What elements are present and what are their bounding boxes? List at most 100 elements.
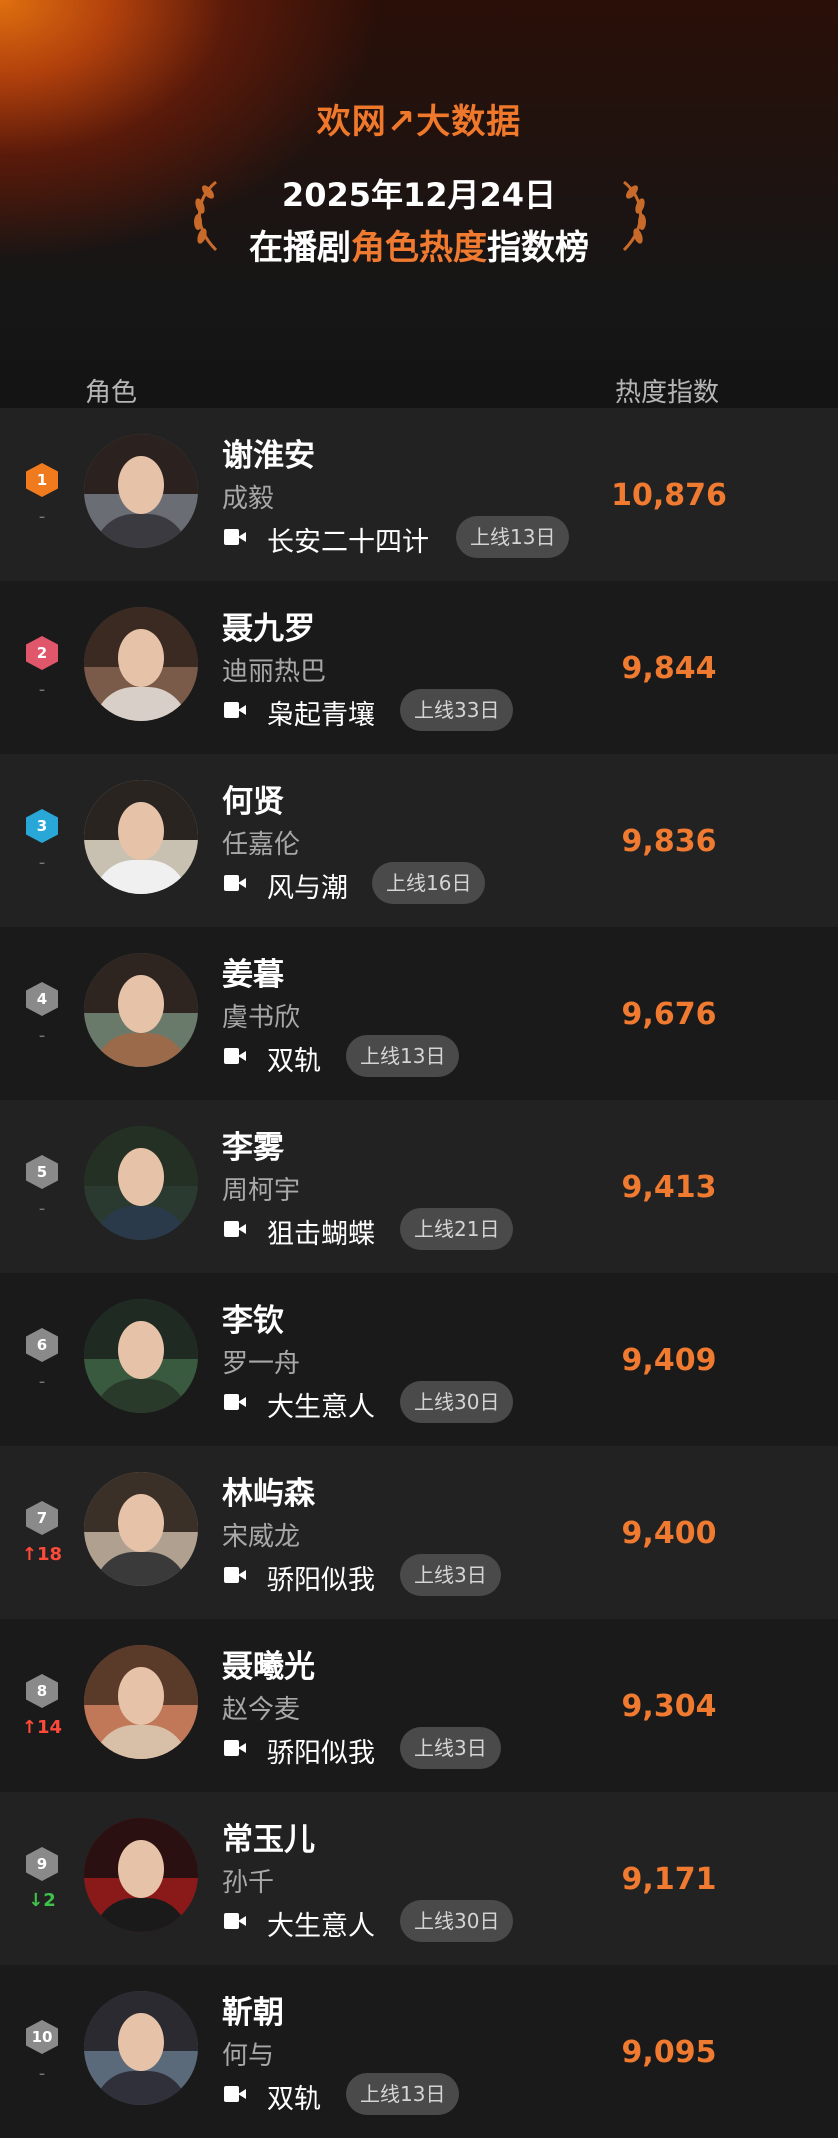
role-name: 林屿森 [222,1476,315,1512]
actor-name: 任嘉伦 [222,830,301,860]
video-camera-icon [224,1740,246,1756]
online-days-badge: 上线13日 [346,2073,460,2115]
video-camera-icon [224,2086,246,2102]
actor-name: 何与 [222,2041,275,2071]
rank-change: - [38,2063,46,2084]
heat-score: 9,844 [621,651,717,686]
rank-change: - [38,1198,46,1219]
rank-badge: 9 [26,1847,58,1881]
rank-badge: 7 [26,1501,58,1535]
heat-score: 9,676 [621,997,717,1032]
avatar [84,1645,198,1759]
online-days-badge: 上线33日 [400,689,514,731]
role-name: 李钦 [222,1303,284,1339]
ranking-row[interactable]: 6 - 李钦 罗一舟 大生意人 上线30日 9,409 [0,1273,838,1446]
actor-name: 成毅 [222,484,275,514]
actor-name: 虞书欣 [222,1003,301,1033]
avatar [84,1299,198,1413]
online-days-badge: 上线3日 [400,1554,501,1596]
ranking-row[interactable]: 7 ↑18 林屿森 宋威龙 骄阳似我 上线3日 9,400 [0,1446,838,1619]
rank-badge: 1 [26,463,58,497]
ranking-row[interactable]: 2 - 聂九罗 迪丽热巴 枭起青壤 上线33日 9,844 [0,581,838,754]
column-header-role: 角色 [85,378,138,408]
drama-title[interactable]: 骄阳似我 [267,1558,375,1597]
role-name: 李雾 [222,1130,284,1166]
report-title: 在播剧角色热度指数榜 [0,220,838,269]
drama-title[interactable]: 大生意人 [267,1385,375,1424]
heat-score: 9,836 [621,824,717,859]
rank-badge: 10 [26,2020,58,2054]
role-name: 姜暮 [222,957,284,993]
rank-change: - [38,852,46,873]
rank-badge: 2 [26,636,58,670]
actor-name: 赵今麦 [222,1695,301,1725]
drama-title[interactable]: 大生意人 [267,1904,375,1943]
heat-score: 9,409 [621,1343,717,1378]
avatar [84,1818,198,1932]
avatar [84,607,198,721]
avatar [84,1991,198,2105]
ranking-row[interactable]: 8 ↑14 聂曦光 赵今麦 骄阳似我 上线3日 9,304 [0,1619,838,1792]
online-days-badge: 上线13日 [346,1035,460,1077]
title-suffix: 指数榜 [487,228,589,268]
role-name: 聂九罗 [222,611,315,647]
header-banner: 欢网↗大数据 2025年12月24日 在播剧角色热度指数榜 [0,0,838,390]
drama-title[interactable]: 双轨 [267,2077,321,2116]
video-camera-icon [224,875,246,891]
avatar [84,1472,198,1586]
ranking-row[interactable]: 4 - 姜暮 虞书欣 双轨 上线13日 9,676 [0,927,838,1100]
rank-change: - [38,1371,46,1392]
heat-score: 9,095 [621,2035,717,2070]
rank-change: ↓2 [28,1890,56,1911]
role-name: 谢淮安 [222,438,315,474]
avatar [84,953,198,1067]
role-name: 何贤 [222,784,284,820]
report-date: 2025年12月24日 [281,176,557,214]
drama-title[interactable]: 骄阳似我 [267,1731,375,1770]
drama-title[interactable]: 枭起青壤 [267,693,375,732]
online-days-badge: 上线30日 [400,1381,514,1423]
title-highlight: 角色热度 [351,228,487,268]
ranking-row[interactable]: 5 - 李雾 周柯宇 狙击蝴蝶 上线21日 9,413 [0,1100,838,1273]
rank-change: ↑14 [21,1717,63,1738]
online-days-badge: 上线30日 [400,1900,514,1942]
heat-score: 9,171 [621,1862,717,1897]
rank-change: - [38,679,46,700]
rank-badge: 4 [26,982,58,1016]
video-camera-icon [224,1048,246,1064]
actor-name: 迪丽热巴 [222,657,327,687]
drama-title[interactable]: 双轨 [267,1039,321,1078]
role-name: 靳朝 [222,1995,284,2031]
role-name: 聂曦光 [222,1649,315,1685]
ranking-row[interactable]: 3 - 何贤 任嘉伦 风与潮 上线16日 9,836 [0,754,838,927]
drama-title[interactable]: 风与潮 [267,866,348,905]
heat-score: 10,876 [611,478,727,513]
video-camera-icon [224,1221,246,1237]
heat-score: 9,400 [621,1516,717,1551]
drama-title[interactable]: 狙击蝴蝶 [267,1212,375,1251]
column-header-score: 热度指数 [615,378,720,408]
video-camera-icon [224,1913,246,1929]
online-days-badge: 上线16日 [372,862,486,904]
online-days-badge: 上线21日 [400,1208,514,1250]
drama-title[interactable]: 长安二十四计 [267,520,429,559]
role-name: 常玉儿 [222,1822,315,1858]
video-camera-icon [224,1567,246,1583]
actor-name: 孙千 [222,1868,275,1898]
title-prefix: 在播剧 [249,228,351,268]
rank-change: - [38,1025,46,1046]
online-days-badge: 上线13日 [456,516,570,558]
ranking-row[interactable]: 10 - 靳朝 何与 双轨 上线13日 9,095 [0,1965,838,2138]
rank-badge: 8 [26,1674,58,1708]
actor-name: 罗一舟 [222,1349,301,1379]
avatar [84,780,198,894]
actor-name: 宋威龙 [222,1522,301,1552]
heat-score: 9,413 [621,1170,717,1205]
ranking-list: 1 - 谢淮安 成毅 长安二十四计 上线13日 10,876 2 - 聂九罗 迪… [0,408,838,2138]
ranking-row[interactable]: 1 - 谢淮安 成毅 长安二十四计 上线13日 10,876 [0,408,838,581]
rank-badge: 6 [26,1328,58,1362]
video-camera-icon [224,702,246,718]
video-camera-icon [224,1394,246,1410]
ranking-row[interactable]: 9 ↓2 常玉儿 孙千 大生意人 上线30日 9,171 [0,1792,838,1965]
rank-badge: 5 [26,1155,58,1189]
